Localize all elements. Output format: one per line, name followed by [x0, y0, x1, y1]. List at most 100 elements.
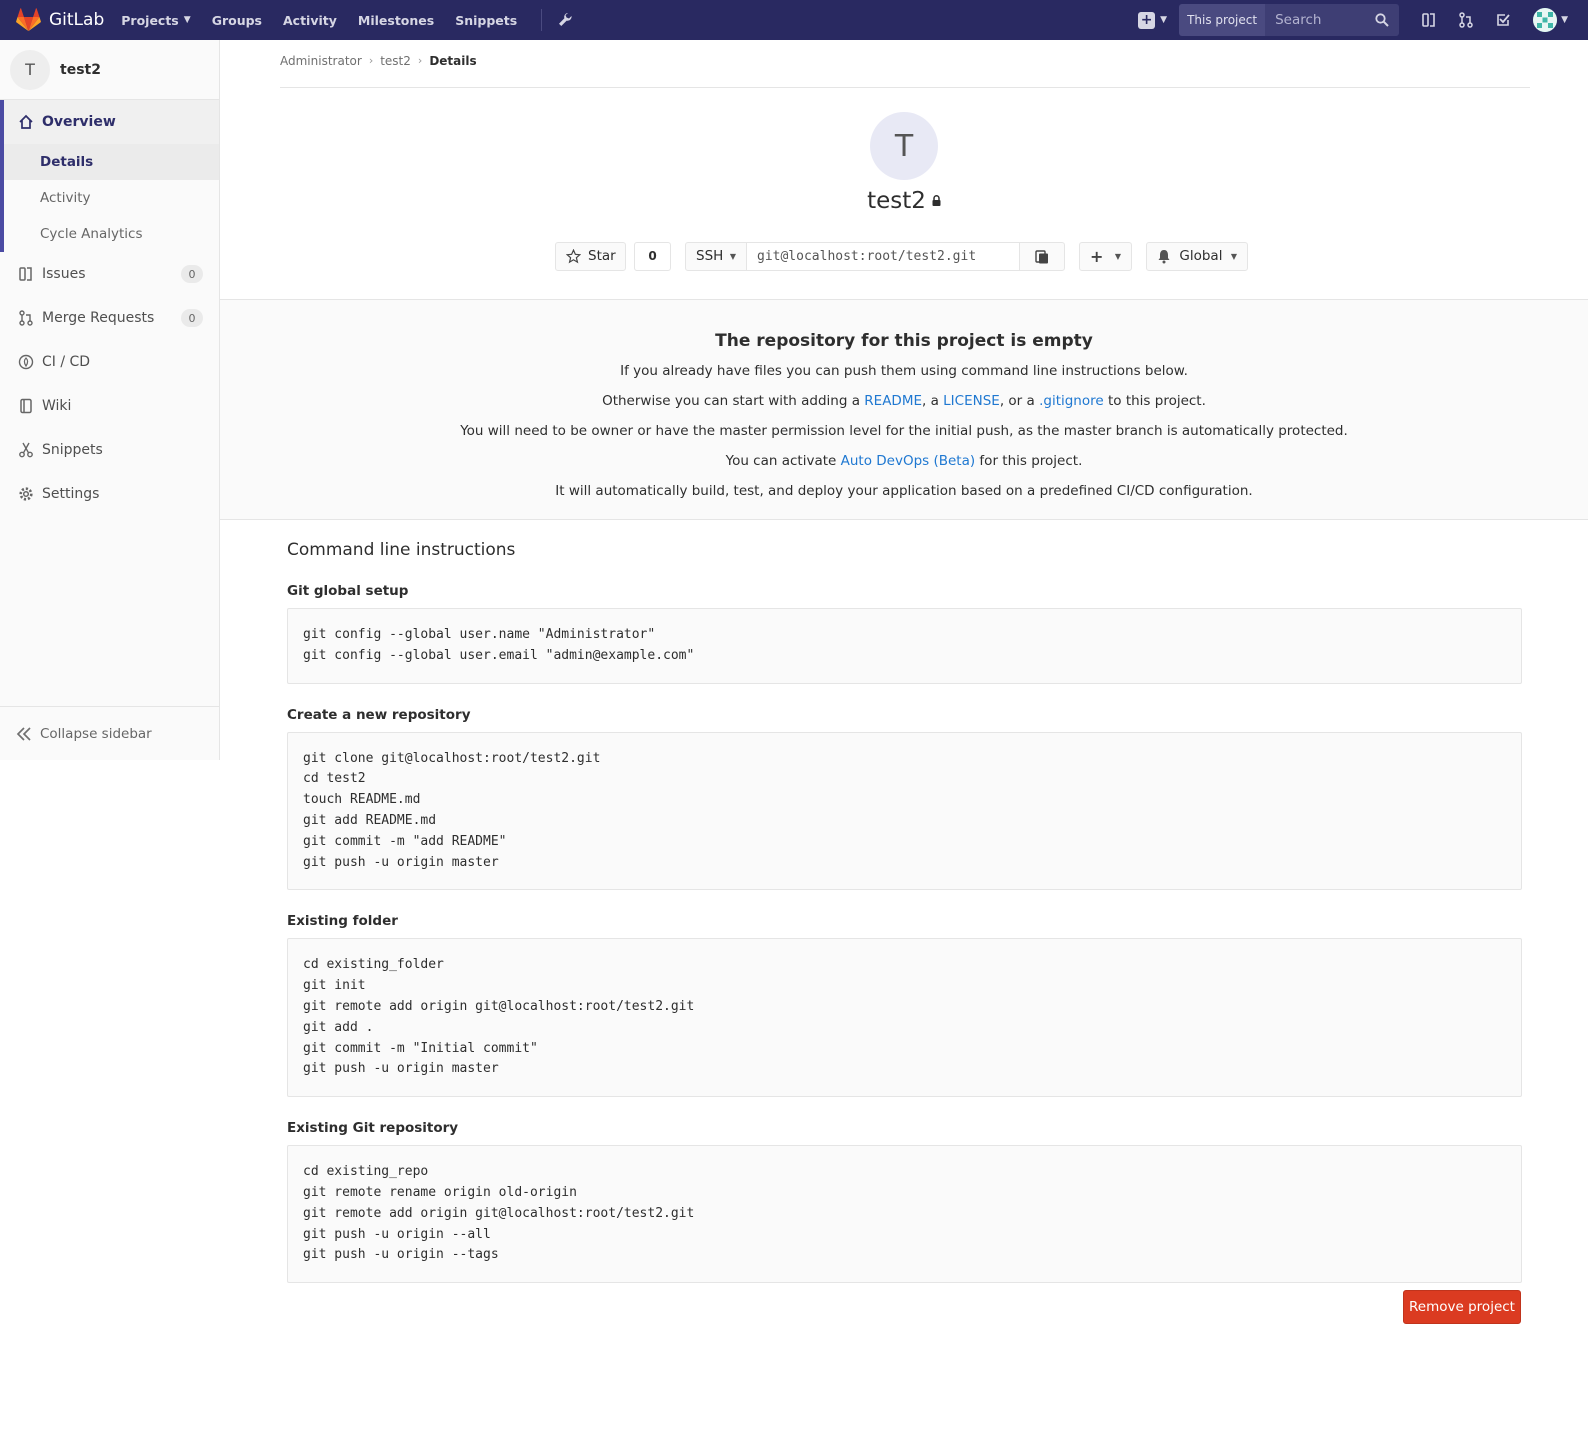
merge-request-icon [16, 310, 36, 326]
breadcrumb-item-project[interactable]: test2 [380, 54, 411, 68]
clone-protocol-label: SSH [696, 248, 724, 264]
sidebar-item-snippets[interactable]: Snippets [0, 428, 219, 472]
cli-section-heading: Existing folder [287, 913, 398, 930]
chevron-down-icon: ▼ [1160, 15, 1168, 25]
sidebar-item-settings[interactable]: Settings [0, 472, 219, 516]
top-navbar: GitLab Projects ▼ Groups Activity Milest… [0, 0, 1588, 40]
chevron-right-icon: › [368, 54, 374, 67]
sidebar-item-issues[interactable]: Issues 0 [0, 252, 219, 296]
clipboard-icon [1035, 249, 1048, 263]
empty-repo-line-5: It will automatically build, test, and d… [555, 483, 1253, 499]
home-icon [16, 114, 36, 130]
clone-protocol-dropdown[interactable]: SSH ▼ [685, 241, 747, 271]
breadcrumb-item-current[interactable]: Details [429, 54, 476, 68]
sidebar-subitem-cycle-analytics[interactable]: Cycle Analytics [4, 216, 219, 252]
sidebar-item-ci-cd[interactable]: CI / CD [0, 340, 219, 384]
admin-wrench-icon[interactable] [558, 12, 572, 28]
code-block-global-setup[interactable]: git config --global user.name "Administr… [287, 608, 1522, 684]
sidebar-item-wiki[interactable]: Wiki [0, 384, 219, 428]
caret-down-icon: ▼ [729, 251, 736, 261]
nav-milestones[interactable]: Milestones [358, 13, 434, 28]
chevron-down-icon[interactable]: ▼ [1561, 15, 1568, 25]
cli-section-heading: Git global setup [287, 583, 409, 599]
code-block-existing-repo[interactable]: cd existing_repo git remote rename origi… [287, 1145, 1522, 1284]
line2-text-a: Otherwise you can start with adding a [602, 393, 865, 409]
line2-text-d: to this project. [1103, 393, 1206, 409]
sidebar-item-label: CI / CD [42, 354, 91, 370]
sidebar-subitem-details[interactable]: Details [4, 144, 219, 180]
empty-repo-title: The repository for this project is empty [715, 331, 1093, 351]
project-actions: Star 0 SSH ▼ git@localhost:root/test2.gi… [555, 241, 1248, 271]
remove-project-button[interactable]: Remove project [1403, 1290, 1521, 1324]
nav-projects[interactable]: Projects ▼ [121, 13, 190, 28]
chevron-down-icon: ▼ [183, 15, 191, 25]
empty-repo-panel: The repository for this project is empty… [220, 299, 1588, 520]
identicon-icon [1533, 8, 1558, 32]
sidebar-item-label: Settings [42, 486, 100, 502]
search-icon [1375, 13, 1389, 27]
caret-down-icon: ▼ [1114, 251, 1121, 261]
star-button[interactable]: Star [555, 241, 626, 271]
todo-check-icon[interactable] [1495, 12, 1511, 28]
sidebar-item-overview[interactable]: Overview [4, 100, 219, 144]
chevron-right-icon: › [417, 54, 423, 67]
line4-text-b: for this project. [975, 453, 1083, 469]
code-block-new-repo[interactable]: git clone git@localhost:root/test2.git c… [287, 731, 1522, 891]
issues-icon[interactable] [1421, 12, 1437, 28]
line2-text-b: , a [922, 393, 944, 409]
lock-icon [932, 194, 941, 209]
brand-name: GitLab [49, 10, 105, 30]
sidebar-subitem-activity[interactable]: Activity [4, 180, 219, 216]
sidebar-item-merge-requests[interactable]: Merge Requests 0 [0, 296, 219, 340]
plus-square-icon: + [1138, 11, 1156, 29]
cli-section-heading: Create a new repository [287, 706, 471, 723]
copy-url-button[interactable] [1019, 241, 1065, 271]
rocket-icon [16, 354, 36, 370]
search-scope-badge[interactable]: This project [1179, 4, 1266, 36]
search-input[interactable]: Search [1265, 4, 1400, 36]
overview-section: Overview Details Activity Cycle Analytic… [0, 100, 219, 252]
license-link[interactable]: LICENSE [943, 393, 1000, 409]
caret-down-icon: ▼ [1230, 251, 1237, 261]
collapse-sidebar-label: Collapse sidebar [40, 725, 152, 742]
new-dropdown[interactable]: + ▼ [1138, 11, 1168, 29]
notification-level-label: Global [1179, 248, 1223, 264]
empty-repo-line-2: Otherwise you can start with adding a RE… [220, 391, 1588, 411]
star-label: Star [588, 248, 616, 264]
clone-url-group: SSH ▼ git@localhost:root/test2.git [685, 241, 1065, 271]
notification-dropdown[interactable]: Global ▼ [1146, 241, 1248, 271]
collapse-sidebar-button[interactable]: Collapse sidebar [0, 706, 219, 760]
gitignore-link[interactable]: .gitignore [1039, 393, 1104, 409]
tanuki-icon [16, 8, 41, 32]
code-block-existing-folder[interactable]: cd existing_folder git init git remote a… [287, 938, 1522, 1098]
project-avatar-large: T [870, 112, 938, 180]
search-box[interactable]: This project Search [1179, 4, 1400, 36]
nav-projects-label: Projects [121, 12, 179, 28]
sidebar-item-label: Merge Requests [42, 310, 155, 326]
sidebar-project-header[interactable]: T test2 [0, 40, 219, 100]
gear-icon [16, 486, 36, 502]
clone-url-input[interactable]: git@localhost:root/test2.git [747, 241, 1019, 271]
nav-snippets[interactable]: Snippets [455, 13, 517, 28]
add-file-dropdown[interactable]: + ▼ [1079, 241, 1132, 271]
project-sidebar: T test2 Overview Details Activity Cycle … [0, 40, 220, 760]
auto-devops-link[interactable]: Auto DevOps (Beta) [841, 453, 976, 469]
project-avatar: T [10, 49, 50, 90]
scissors-icon [16, 442, 36, 458]
merge-request-icon[interactable] [1459, 12, 1473, 28]
readme-link[interactable]: README [864, 393, 922, 409]
sidebar-item-label: Snippets [42, 442, 103, 458]
gitlab-logo[interactable]: GitLab [16, 8, 104, 32]
star-count[interactable]: 0 [634, 241, 671, 271]
empty-repo-line-1: If you already have files you can push t… [620, 363, 1188, 379]
nav-groups[interactable]: Groups [212, 13, 262, 28]
command-line-instructions: Command line instructions Git global set… [287, 540, 1522, 1284]
sidebar-item-label: Wiki [42, 398, 72, 414]
breadcrumb-item-administrator[interactable]: Administrator [280, 54, 362, 68]
user-avatar[interactable] [1533, 8, 1558, 32]
nav-activity[interactable]: Activity [283, 13, 337, 28]
empty-repo-line-4: You can activate Auto DevOps (Beta) for … [220, 451, 1588, 471]
sidebar-item-label: Issues [42, 266, 86, 282]
merge-requests-count-badge: 0 [181, 309, 203, 327]
cli-title: Command line instructions [287, 540, 516, 560]
